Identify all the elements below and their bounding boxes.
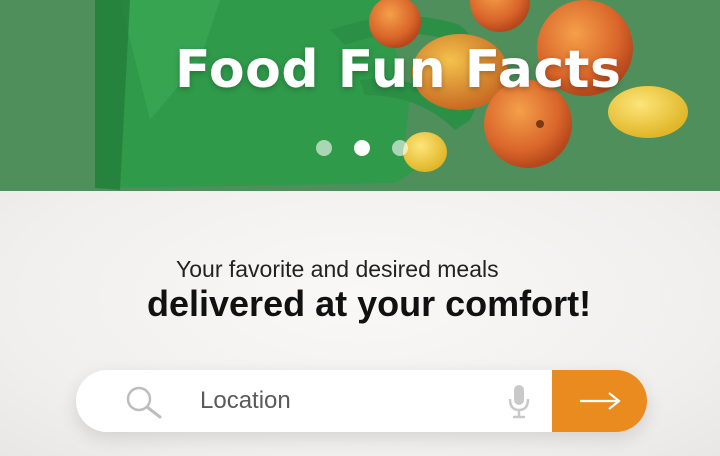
carousel-dot-1[interactable] <box>316 140 332 156</box>
location-input[interactable] <box>200 370 500 432</box>
hero-banner: Food Fun Facts <box>0 0 720 191</box>
search-icon[interactable] <box>124 385 164 419</box>
search-submit-button[interactable] <box>552 370 647 432</box>
tagline: Your favorite and desired meals <box>176 256 499 282</box>
location-search-bar <box>76 370 647 432</box>
carousel-indicators <box>316 140 408 156</box>
microphone-icon[interactable] <box>508 383 530 419</box>
hero-title: Food Fun Facts <box>175 40 622 100</box>
headline: delivered at your comfort! <box>147 283 592 324</box>
arrow-right-icon <box>580 392 621 410</box>
carousel-dot-3[interactable] <box>392 140 408 156</box>
carousel-dot-2-active[interactable] <box>354 140 370 156</box>
